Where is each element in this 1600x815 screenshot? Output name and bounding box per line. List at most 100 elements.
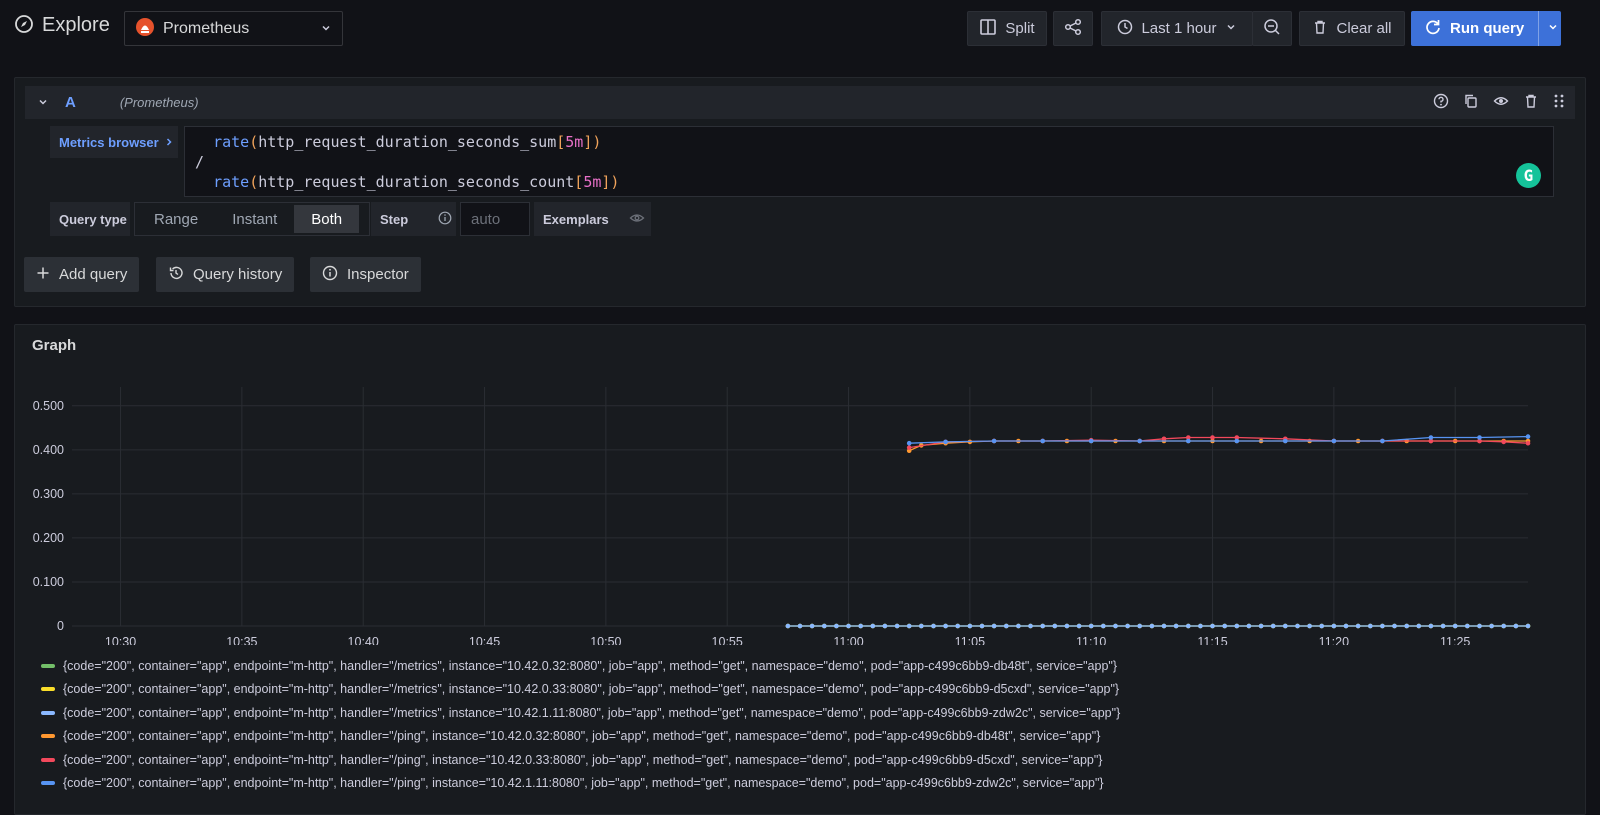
data-point (1258, 623, 1264, 629)
y-tick-label: 0.100 (33, 575, 64, 589)
legend-swatch (41, 734, 55, 739)
run-query-button[interactable]: Run query (1411, 11, 1561, 46)
datasource-name: Prometheus (163, 19, 250, 37)
data-point (1040, 438, 1045, 444)
info-icon (322, 265, 338, 285)
chevron-right-icon (164, 135, 174, 150)
trash-icon[interactable] (1523, 93, 1539, 112)
data-point (1210, 623, 1215, 629)
legend-label: {code="200", container="app", endpoint="… (63, 776, 1104, 791)
query-type-instant[interactable]: Instant (215, 205, 294, 233)
query-history-button[interactable]: Query history (156, 257, 295, 292)
legend-item[interactable]: {code="200", container="app", endpoint="… (41, 725, 1120, 749)
x-tick-label: 10:40 (348, 635, 379, 645)
legend-item[interactable]: {code="200", container="app", endpoint="… (41, 654, 1120, 678)
collapse-chevron-icon[interactable] (37, 95, 49, 111)
split-button[interactable]: Split (967, 11, 1047, 46)
x-tick-label: 11:00 (833, 635, 863, 645)
chevron-down-icon (1225, 20, 1237, 37)
query-type-range[interactable]: Range (137, 205, 215, 233)
data-point (846, 623, 851, 629)
data-point (1501, 623, 1506, 629)
data-point (943, 439, 948, 445)
zoom-out-button[interactable] (1252, 11, 1292, 46)
x-tick-label: 10:35 (226, 635, 257, 645)
trash-icon (1312, 19, 1328, 39)
step-input[interactable]: auto (460, 202, 530, 236)
data-point (1355, 623, 1361, 629)
data-point (979, 623, 985, 629)
data-point (1016, 623, 1021, 629)
metrics-browser-button[interactable]: Metrics browser (50, 126, 178, 158)
step-label: Step (371, 202, 456, 236)
data-point (797, 623, 803, 629)
expr-paren: ( (249, 173, 259, 191)
x-tick-label: 10:30 (105, 635, 136, 645)
refresh-icon (1424, 18, 1442, 40)
expr-range: 5m (565, 133, 584, 151)
explore-brand: Explore (14, 14, 110, 37)
clear-all-button[interactable]: Clear all (1299, 11, 1405, 46)
data-point (1295, 623, 1300, 629)
grammarly-icon[interactable]: G (1516, 163, 1541, 188)
query-row-actions (1433, 86, 1565, 119)
query-expression-editor[interactable]: rate(http_request_duration_seconds_sum[5… (184, 126, 1554, 197)
legend-label: {code="200", container="app", endpoint="… (63, 658, 1118, 673)
data-point (1307, 623, 1312, 629)
split-icon (979, 18, 997, 40)
legend-swatch (41, 710, 55, 715)
data-point (1343, 623, 1349, 629)
data-point (1525, 440, 1531, 446)
exemplars-label: Exemplars (534, 202, 651, 236)
eye-icon[interactable] (629, 210, 645, 229)
data-point (943, 623, 948, 629)
share-button[interactable] (1053, 11, 1093, 46)
data-point (1477, 435, 1482, 440)
expr-bracket: [ (556, 133, 566, 151)
query-row-header: A (Prometheus) (25, 86, 1575, 119)
query-type-radio-group: Range Instant Both (134, 202, 370, 236)
data-point (1477, 623, 1482, 629)
help-icon[interactable] (1433, 93, 1449, 112)
data-point (1501, 439, 1506, 445)
data-point (1428, 435, 1434, 440)
legend-swatch (41, 781, 55, 786)
data-point (834, 623, 839, 629)
eye-icon[interactable] (1493, 93, 1509, 112)
time-series-chart[interactable]: 0 0.100 0.200 0.300 0.400 0.500 10:30 10:35 10:4… (15, 325, 1585, 645)
data-point (919, 623, 924, 629)
time-range-picker[interactable]: Last 1 hour (1101, 11, 1253, 46)
legend-item[interactable]: {code="200", container="app", endpoint="… (41, 772, 1120, 796)
compass-icon (14, 14, 34, 37)
legend-item[interactable]: {code="200", container="app", endpoint="… (41, 701, 1120, 725)
legend-item[interactable]: {code="200", container="app", endpoint="… (41, 748, 1120, 772)
data-point (1064, 623, 1070, 629)
legend-item[interactable]: {code="200", container="app", endpoint="… (41, 678, 1120, 702)
data-point (1246, 623, 1252, 629)
data-point (1270, 623, 1276, 629)
data-point (1513, 623, 1519, 629)
query-type-both[interactable]: Both (294, 205, 360, 233)
query-ref-id[interactable]: A (65, 94, 76, 111)
exemplars-label-text: Exemplars (543, 211, 609, 227)
inspector-button[interactable]: Inspector (310, 257, 421, 292)
datasource-picker[interactable]: Prometheus (124, 11, 343, 46)
share-icon (1064, 18, 1082, 40)
legend-label: {code="200", container="app", endpoint="… (63, 752, 1103, 767)
drag-handle-icon[interactable] (1553, 93, 1565, 112)
data-point (906, 445, 912, 450)
button-separator (1538, 11, 1540, 46)
info-icon[interactable] (438, 211, 452, 228)
legend-swatch (41, 663, 55, 668)
run-query-options-chevron-icon[interactable] (1547, 20, 1559, 37)
expression-line-3: rate(http_request_duration_seconds_count… (195, 173, 619, 191)
duplicate-query-icon[interactable] (1463, 93, 1479, 112)
x-tick-label: 11:25 (1440, 635, 1470, 645)
data-point (1113, 623, 1118, 629)
inspector-label: Inspector (347, 266, 409, 283)
data-point (1076, 623, 1082, 629)
data-point (1125, 623, 1130, 629)
data-point (906, 623, 912, 629)
data-point (1525, 623, 1531, 629)
add-query-button[interactable]: Add query (24, 257, 140, 292)
